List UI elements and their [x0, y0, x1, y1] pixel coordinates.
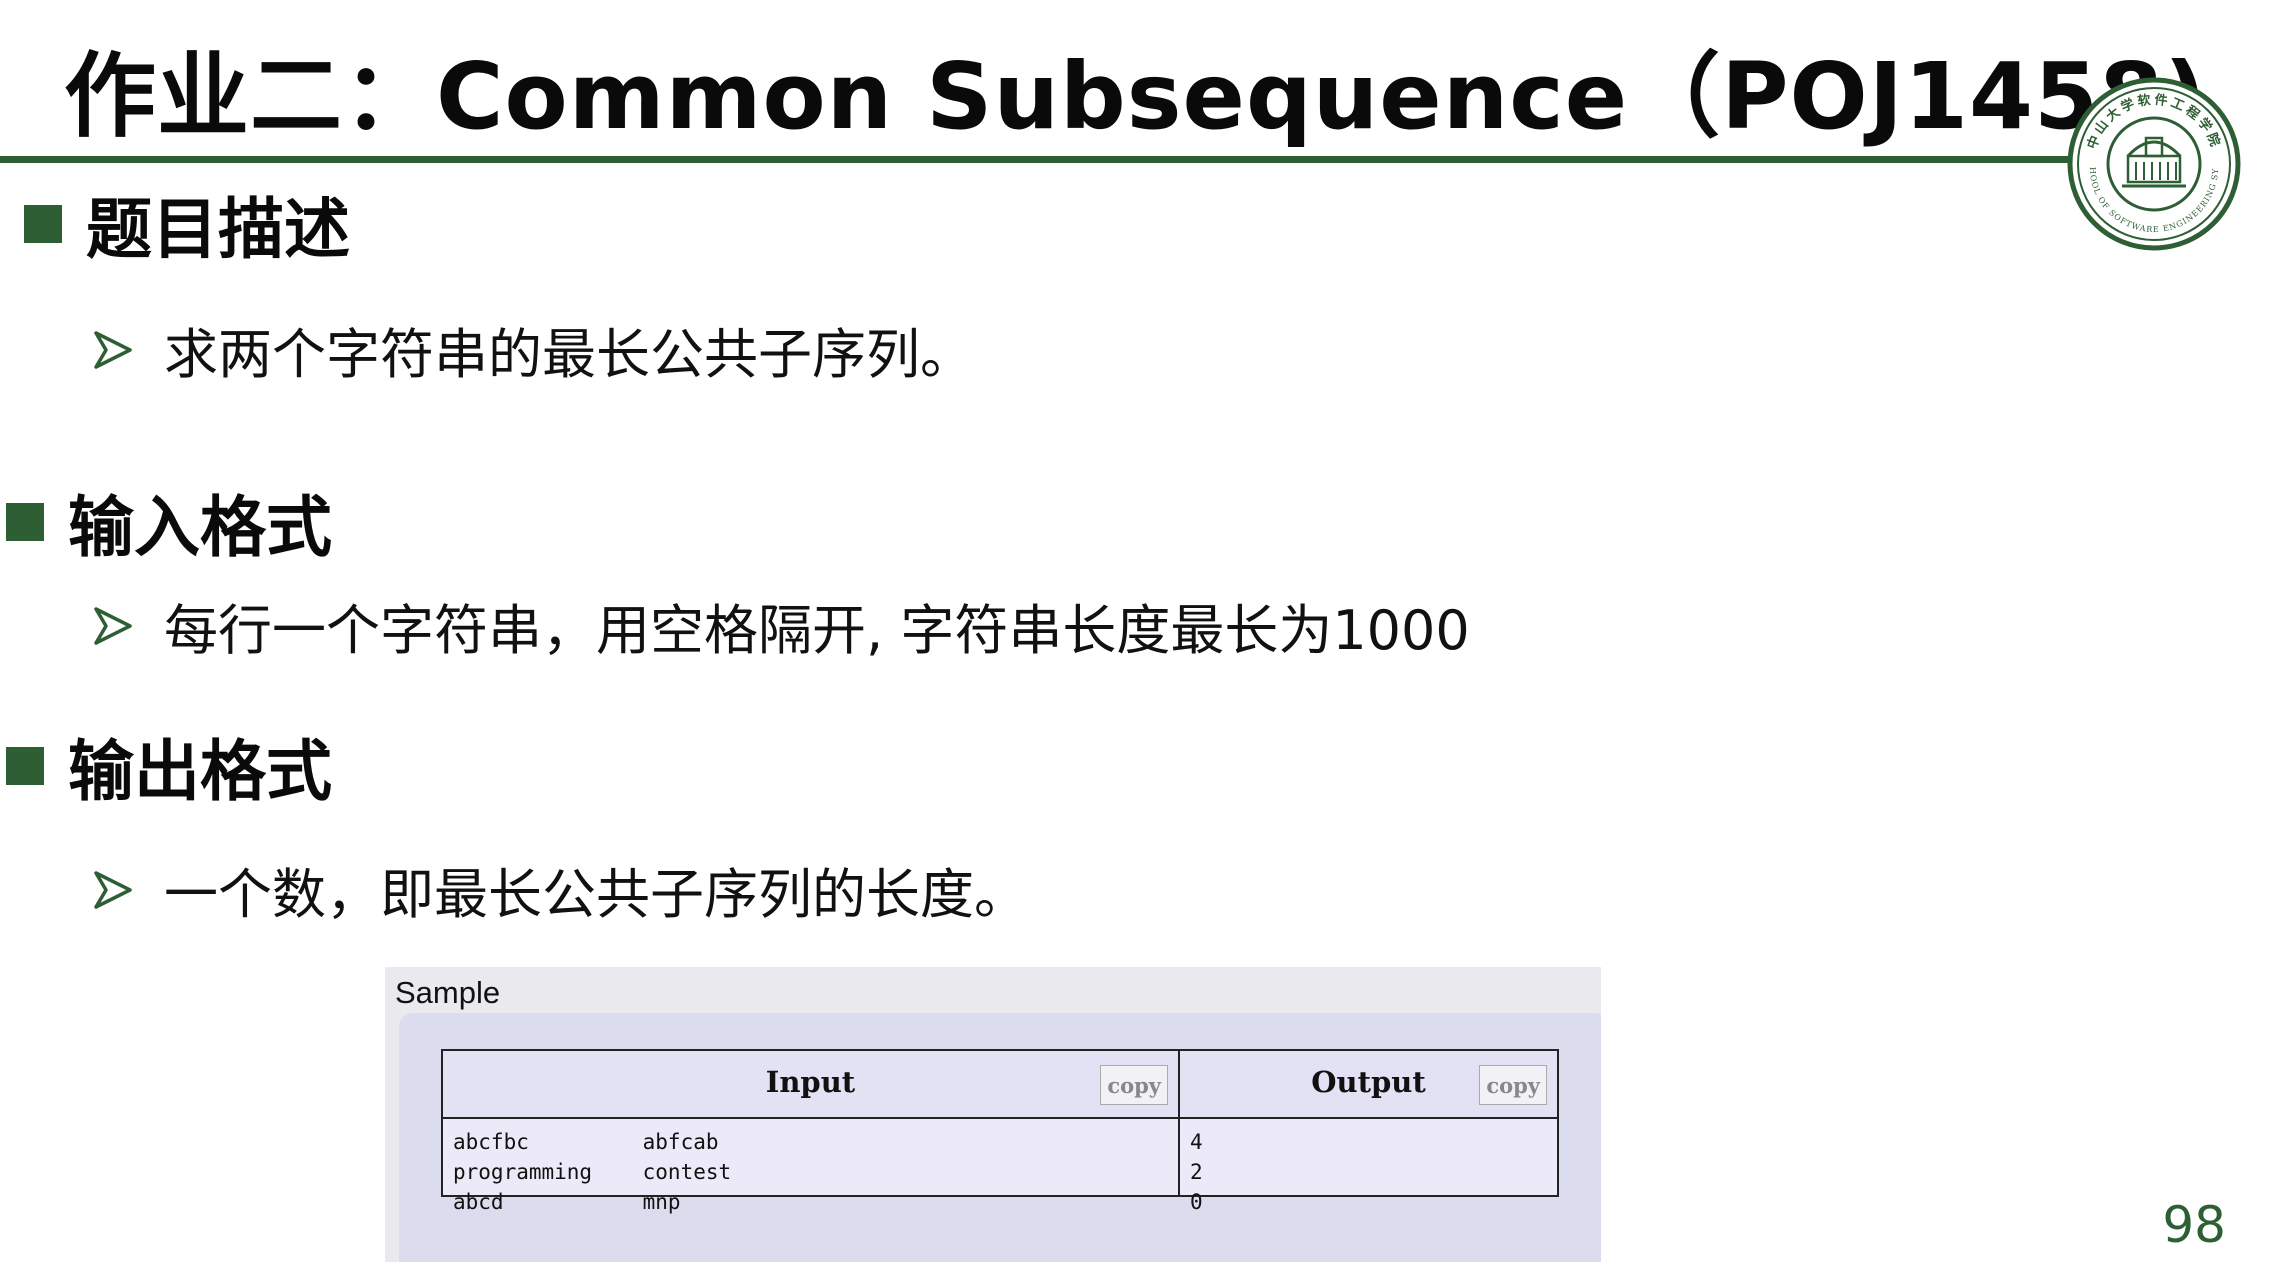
bullet-text: 求两个字符串的最长公共子序列。	[164, 323, 974, 386]
section-heading-label: 题目描述	[86, 191, 350, 268]
square-bullet-icon	[24, 205, 62, 243]
bullet-description: 求两个字符串的最长公共子序列。	[92, 310, 974, 389]
copy-output-button[interactable]: copy	[1479, 1065, 1547, 1105]
title-divider	[0, 156, 2070, 163]
sample-label: Sample	[395, 975, 501, 1010]
output-column: Output copy 4 2 0	[1180, 1051, 1557, 1214]
copy-input-button[interactable]: copy	[1100, 1065, 1168, 1105]
input-cell: abcfbc abfcab programming contest abcd m…	[453, 1127, 731, 1217]
square-bullet-icon	[6, 747, 44, 785]
input-column: Input copy abcfbc abfcab programming con…	[443, 1051, 1180, 1214]
bullet-text: 每行一个字符串，用空格隔开, 字符串长度最长为1000	[164, 599, 1470, 662]
section-heading-label: 输出格式	[68, 733, 332, 810]
arrow-bullet-icon	[94, 330, 132, 369]
sample-box: Sample Input copy abcfbc abfcab programm…	[385, 967, 1601, 1262]
slide-title: 作业二：Common Subsequence（POJ1458)	[64, 43, 2208, 150]
output-cell: 4 2 0	[1190, 1127, 1203, 1217]
output-row: 2	[1190, 1160, 1203, 1184]
input-row: abcd mnp	[453, 1190, 681, 1214]
output-row: 4	[1190, 1130, 1203, 1154]
output-header: Output copy	[1180, 1051, 1557, 1119]
input-header-label: Input	[765, 1065, 856, 1099]
sample-table: Input copy abcfbc abfcab programming con…	[441, 1049, 1559, 1214]
arrow-bullet-icon	[94, 870, 132, 909]
input-row: programming contest	[453, 1160, 732, 1184]
section-heading-description: 题目描述	[24, 176, 350, 272]
output-row: 0	[1190, 1190, 1203, 1214]
bullet-output-format: 一个数，即最长公共子序列的长度。	[92, 850, 1028, 929]
slide: 作业二：Common Subsequence（POJ1458) 中山大学软件工程…	[0, 0, 2278, 1282]
bullet-input-format: 每行一个字符串，用空格隔开, 字符串长度最长为1000	[92, 586, 1470, 665]
section-heading-label: 输入格式	[68, 489, 332, 566]
bullet-text: 一个数，即最长公共子序列的长度。	[164, 863, 1028, 926]
page-number: 98	[2162, 1196, 2226, 1254]
school-seal-logo: 中山大学软件工程学院 SCHOOL OF SOFTWARE ENGINEERIN…	[2066, 76, 2241, 251]
arrow-bullet-icon	[94, 606, 132, 645]
square-bullet-icon	[6, 503, 44, 541]
section-heading-input-format: 输入格式	[6, 474, 332, 570]
section-heading-output-format: 输出格式	[6, 718, 332, 814]
input-row: abcfbc abfcab	[453, 1130, 719, 1154]
input-header: Input copy	[443, 1051, 1178, 1119]
